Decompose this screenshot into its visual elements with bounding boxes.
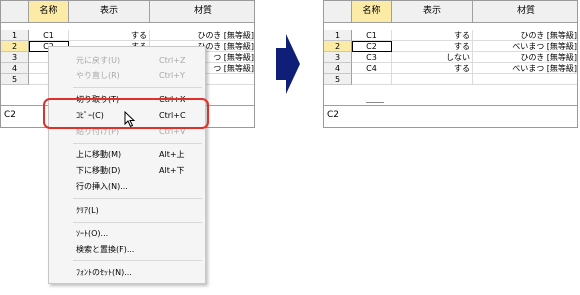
material-cell[interactable]: ひのき [無等級] <box>473 30 577 41</box>
name-cell[interactable]: C4 <box>352 63 392 74</box>
name-cell[interactable]: C3 <box>352 52 392 63</box>
column-header-material[interactable]: 材質 <box>150 1 254 22</box>
context-menu: 元に戻す(U) Ctrl+Z やり直し(R) Ctrl+Y 切り取り(T) Ct… <box>48 46 206 284</box>
table-row: 3 C3 しない ひのき [無等級] <box>324 52 577 63</box>
scrollbar-thumb[interactable] <box>366 102 384 103</box>
row-header[interactable]: 3 <box>1 52 29 63</box>
menu-separator <box>73 222 202 223</box>
right-table-panel: 名称 表示 材質 1 C1 する ひのき [無等級] 2 C2 する べいまつ … <box>323 0 578 128</box>
corner-cell[interactable] <box>324 1 352 22</box>
display-cell[interactable]: する <box>392 30 473 41</box>
table-row: 1 C1 する ひのき [無等級] <box>324 30 577 41</box>
table-row: 4 C4 する べいまつ [無等級] <box>324 63 577 74</box>
menu-item-sort[interactable]: ｿｰﾄ(O)... <box>49 226 205 241</box>
menu-separator <box>73 198 202 199</box>
material-cell[interactable]: ひのき [無等級] <box>473 52 577 63</box>
row-header[interactable]: 2 <box>1 41 29 52</box>
menu-item-move-down[interactable]: 下に移動(D) Alt+下 <box>49 163 205 178</box>
display-cell[interactable] <box>392 74 473 85</box>
mouse-pointer-icon <box>124 111 136 128</box>
menu-item-insert-row[interactable]: 行の挿入(N)... <box>49 179 205 194</box>
column-header-display[interactable]: 表示 <box>392 1 473 22</box>
table-row: 1 C1 する ひのき [無等級] <box>1 30 254 41</box>
left-header-row: 名称 表示 材質 <box>1 1 254 23</box>
menu-item-undo[interactable]: 元に戻す(U) Ctrl+Z <box>49 53 205 68</box>
material-cell[interactable] <box>473 74 577 85</box>
right-arrow-icon <box>276 34 300 94</box>
current-cell-indicator: C2 <box>4 110 17 120</box>
name-cell[interactable] <box>352 74 392 85</box>
column-header-display[interactable]: 表示 <box>69 1 150 22</box>
menu-separator <box>73 260 202 261</box>
row-header[interactable]: 4 <box>1 63 29 74</box>
row-header[interactable]: 5 <box>1 74 29 85</box>
menu-item-font-set[interactable]: ﾌｫﾝﾄのｾｯﾄ(N)... <box>49 265 205 280</box>
corner-cell[interactable] <box>1 1 29 22</box>
current-cell-indicator: C2 <box>327 110 340 120</box>
menu-item-clear[interactable]: ｸﾘｱ(L) <box>49 203 205 218</box>
display-cell[interactable]: する <box>392 63 473 74</box>
material-cell[interactable]: べいまつ [無等級] <box>473 41 577 52</box>
column-header-material[interactable]: 材質 <box>473 1 577 22</box>
row-header[interactable]: 1 <box>1 30 29 41</box>
table-row: 5 <box>324 74 577 85</box>
right-header-row: 名称 表示 材質 <box>324 1 577 23</box>
right-grid: 名称 表示 材質 1 C1 する ひのき [無等級] 2 C2 する べいまつ … <box>324 1 577 105</box>
display-cell[interactable]: する <box>392 41 473 52</box>
menu-item-redo[interactable]: やり直し(R) Ctrl+Y <box>49 68 205 83</box>
menu-separator <box>73 143 202 144</box>
menu-separator <box>73 87 202 88</box>
name-cell[interactable]: C1 <box>352 30 392 41</box>
menu-item-find-replace[interactable]: 検索と置換(F)... <box>49 242 205 257</box>
name-cell[interactable]: C1 <box>29 30 69 41</box>
row-header[interactable]: 2 <box>324 41 352 52</box>
row-header[interactable]: 1 <box>324 30 352 41</box>
row-header[interactable]: 4 <box>324 63 352 74</box>
material-cell[interactable]: ひのき [無等級] <box>150 30 254 41</box>
display-cell[interactable]: しない <box>392 52 473 63</box>
table-row: 2 C2 する べいまつ [無等級] <box>324 41 577 52</box>
row-header[interactable]: 5 <box>324 74 352 85</box>
name-cell[interactable]: C2 <box>352 41 392 52</box>
column-header-name[interactable]: 名称 <box>352 1 392 22</box>
column-header-name[interactable]: 名称 <box>29 1 69 22</box>
menu-item-move-up[interactable]: 上に移動(M) Alt+上 <box>49 147 205 162</box>
material-cell[interactable]: べいまつ [無等級] <box>473 63 577 74</box>
right-status-bar: C2 <box>324 105 577 127</box>
display-cell[interactable]: する <box>69 30 150 41</box>
row-header[interactable]: 3 <box>324 52 352 63</box>
